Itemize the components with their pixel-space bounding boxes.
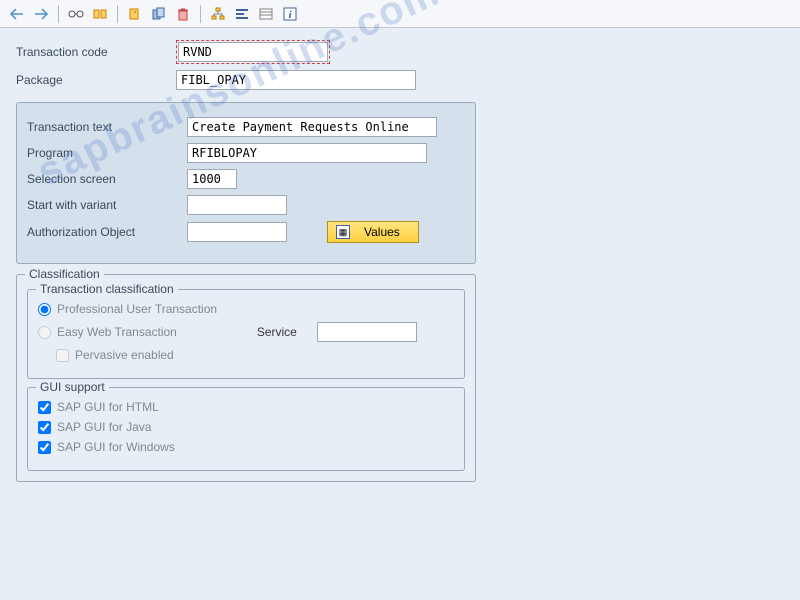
gui-support-title: GUI support bbox=[36, 380, 109, 394]
forward-icon[interactable] bbox=[32, 5, 50, 23]
auth-object-label: Authorization Object bbox=[27, 225, 187, 239]
copy-icon[interactable] bbox=[150, 5, 168, 23]
gui-support-group: GUI support SAP GUI for HTML SAP GUI for… bbox=[27, 387, 465, 471]
service-input[interactable] bbox=[317, 322, 417, 342]
delete-icon[interactable] bbox=[174, 5, 192, 23]
easy-web-label: Easy Web Transaction bbox=[57, 325, 177, 339]
toolbar: i bbox=[0, 0, 800, 28]
values-button[interactable]: ▦ Values bbox=[327, 221, 419, 243]
new-icon[interactable] bbox=[126, 5, 144, 23]
transaction-code-input[interactable] bbox=[178, 42, 328, 62]
selection-screen-label: Selection screen bbox=[27, 172, 187, 186]
gui-html-label: SAP GUI for HTML bbox=[57, 400, 159, 414]
program-label: Program bbox=[27, 146, 187, 160]
gui-java-checkbox[interactable] bbox=[38, 421, 51, 434]
tree-icon[interactable] bbox=[209, 5, 227, 23]
separator bbox=[58, 5, 59, 23]
highlight-marker bbox=[176, 40, 330, 64]
gui-html-checkbox[interactable] bbox=[38, 401, 51, 414]
transaction-class-title: Transaction classification bbox=[36, 282, 178, 296]
program-input[interactable] bbox=[187, 143, 427, 163]
glasses-icon[interactable] bbox=[67, 5, 85, 23]
package-input[interactable] bbox=[176, 70, 416, 90]
values-button-label: Values bbox=[364, 225, 400, 239]
classification-group: Classification Transaction classificatio… bbox=[16, 274, 476, 482]
align-icon[interactable] bbox=[233, 5, 251, 23]
gui-java-label: SAP GUI for Java bbox=[57, 420, 151, 434]
gui-windows-checkbox[interactable] bbox=[38, 441, 51, 454]
info-icon[interactable]: i bbox=[281, 5, 299, 23]
content-area: Transaction code Package Transaction tex… bbox=[0, 28, 800, 494]
transaction-text-input[interactable] bbox=[187, 117, 437, 137]
list-icon[interactable] bbox=[257, 5, 275, 23]
easy-web-radio[interactable] bbox=[38, 326, 51, 339]
gui-windows-label: SAP GUI for Windows bbox=[57, 440, 175, 454]
pervasive-checkbox[interactable] bbox=[56, 349, 69, 362]
professional-label: Professional User Transaction bbox=[57, 302, 217, 316]
transaction-text-label: Transaction text bbox=[27, 120, 187, 134]
selection-screen-input[interactable] bbox=[187, 169, 237, 189]
service-label: Service bbox=[257, 325, 297, 339]
details-panel: Transaction text Program Selection scree… bbox=[16, 102, 476, 264]
separator bbox=[117, 5, 118, 23]
transaction-code-label: Transaction code bbox=[16, 45, 176, 59]
classification-title: Classification bbox=[25, 267, 104, 281]
grid-icon: ▦ bbox=[336, 225, 350, 239]
package-label: Package bbox=[16, 73, 176, 87]
transaction-classification-group: Transaction classification Professional … bbox=[27, 289, 465, 379]
display-change-icon[interactable] bbox=[91, 5, 109, 23]
start-variant-input[interactable] bbox=[187, 195, 287, 215]
pervasive-label: Pervasive enabled bbox=[75, 348, 174, 362]
auth-object-input[interactable] bbox=[187, 222, 287, 242]
back-icon[interactable] bbox=[8, 5, 26, 23]
start-variant-label: Start with variant bbox=[27, 198, 187, 212]
separator bbox=[200, 5, 201, 23]
professional-radio[interactable] bbox=[38, 303, 51, 316]
